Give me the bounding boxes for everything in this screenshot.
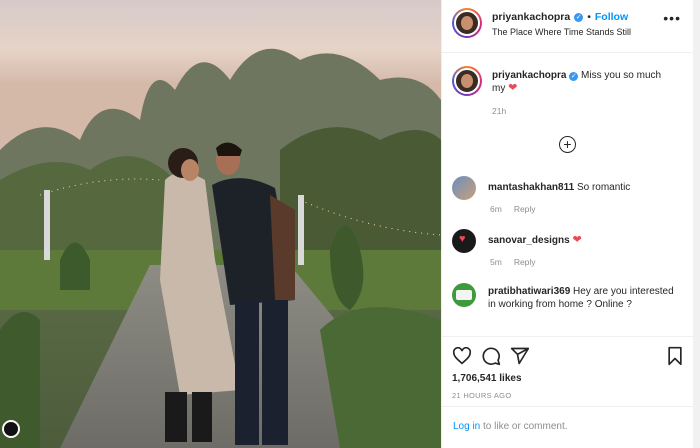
comment-icon[interactable]	[481, 346, 501, 366]
verified-badge-icon: ✓	[569, 72, 579, 81]
login-prompt: Log in to like or comment.	[442, 406, 694, 448]
comment-time[interactable]: 5m	[490, 257, 502, 267]
post-timestamp[interactable]: 21 HOURS AGO	[452, 391, 684, 400]
author-info: priyankachopra ✓ • Follow The Place Wher…	[492, 11, 631, 37]
scrollbar[interactable]	[693, 0, 700, 448]
caption: priyankachopra ✓ Miss you so much my ❤ 2…	[452, 66, 688, 116]
commenter-avatar[interactable]	[452, 176, 476, 200]
verified-badge-icon: ✓	[574, 12, 584, 22]
comment-item: ♥ sanovar_designs ❤ 5m Reply	[452, 229, 688, 267]
author-username[interactable]: priyankachopra	[492, 11, 570, 23]
load-more-comments-button[interactable]: +	[559, 136, 576, 153]
post-header: priyankachopra ✓ • Follow The Place Wher…	[442, 0, 693, 53]
separator-dot: •	[587, 11, 591, 23]
post-actions: 1,706,541 likes 21 HOURS AGO	[442, 336, 694, 400]
comment-time[interactable]: 6m	[490, 204, 502, 214]
login-prompt-text: to like or comment.	[483, 421, 568, 432]
comment-username[interactable]: mantashakhan811	[488, 182, 574, 193]
post-location[interactable]: The Place Where Time Stands Still	[492, 27, 631, 37]
heart-emoji: ❤	[508, 82, 518, 94]
bookmark-icon[interactable]	[666, 346, 684, 366]
follow-button[interactable]: Follow	[595, 11, 628, 23]
post-photo[interactable]	[0, 0, 441, 448]
caption-username[interactable]: priyankachopra	[492, 70, 566, 81]
comments-section[interactable]: priyankachopra ✓ Miss you so much my ❤ 2…	[442, 54, 694, 336]
comment-username[interactable]: sanovar_designs	[488, 235, 570, 246]
avatar-logo-icon	[456, 290, 472, 300]
comment-text: So romantic	[576, 182, 631, 193]
comment-username[interactable]: pratibhatiwari369	[488, 286, 570, 297]
caption-time[interactable]: 21h	[492, 106, 506, 116]
heart-icon: ♥	[459, 233, 466, 245]
reply-button[interactable]: Reply	[514, 257, 536, 267]
comment-item: mantashakhan811 So romantic 6m Reply	[452, 176, 688, 214]
author-avatar[interactable]	[452, 8, 482, 38]
reply-button[interactable]: Reply	[514, 204, 536, 214]
commenter-avatar[interactable]: ♥	[452, 229, 476, 253]
more-options-icon[interactable]: •••	[663, 11, 681, 25]
caption-avatar[interactable]	[452, 66, 482, 96]
commenter-avatar[interactable]	[452, 283, 476, 307]
heart-emoji: ❤	[572, 234, 582, 246]
corner-avatar	[2, 420, 20, 438]
comment-item: pratibhatiwari369 Hey are you interested…	[452, 283, 688, 311]
share-icon[interactable]	[510, 346, 530, 366]
post-photo-scene	[0, 0, 441, 448]
like-heart-icon[interactable]	[452, 347, 472, 365]
post-side-panel: priyankachopra ✓ • Follow The Place Wher…	[441, 0, 694, 448]
likes-count[interactable]: 1,706,541 likes	[452, 373, 684, 384]
login-link[interactable]: Log in	[453, 421, 480, 432]
